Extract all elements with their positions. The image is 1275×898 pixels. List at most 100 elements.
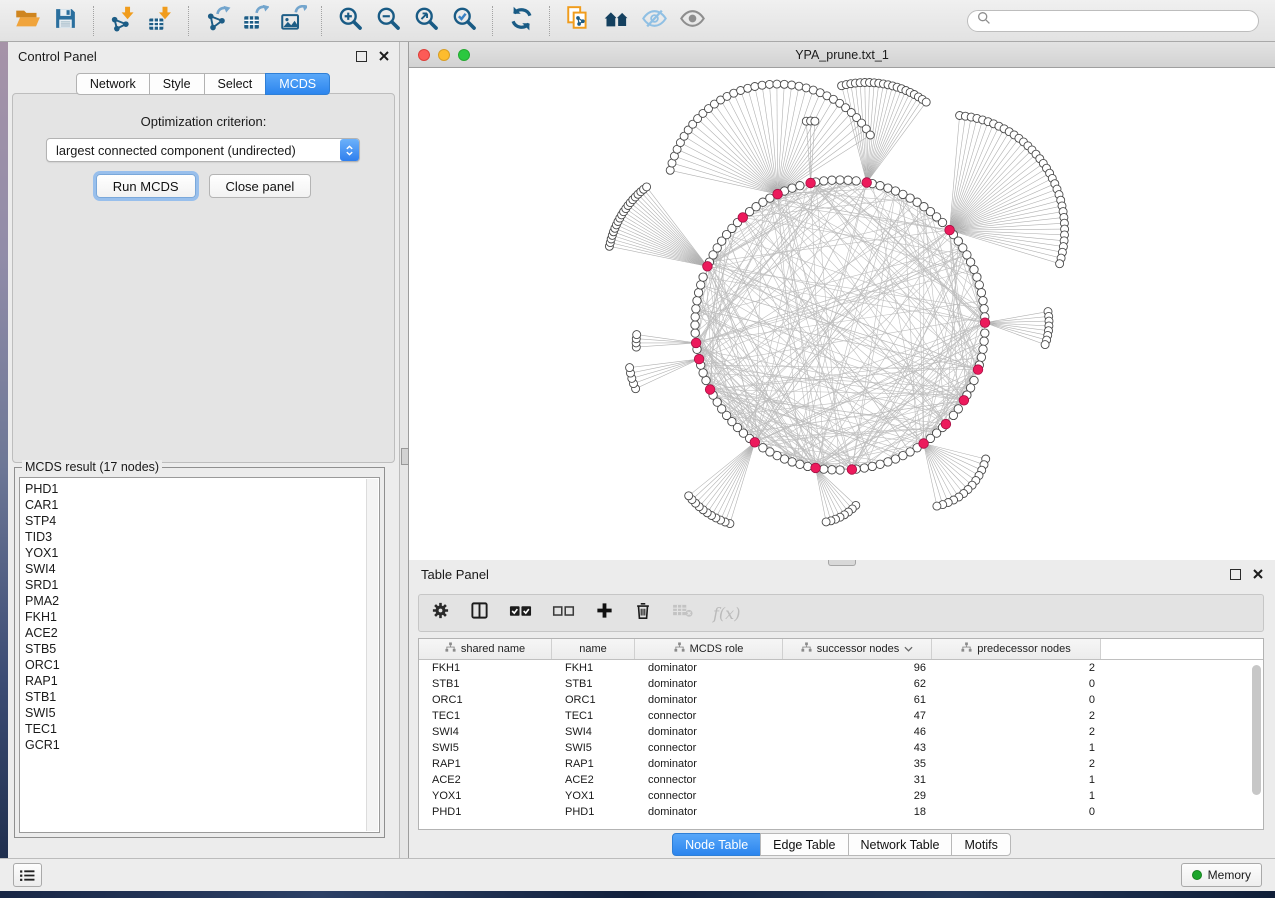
table-row[interactable]: RAP1RAP1dominator352 xyxy=(419,756,1263,772)
first-neighbors-button[interactable] xyxy=(597,4,635,38)
zoom-out-button[interactable] xyxy=(369,4,407,38)
export-network-button[interactable] xyxy=(198,4,236,38)
table-row[interactable]: TEC1TEC1connector472 xyxy=(419,708,1263,724)
mcds-result-item[interactable]: RAP1 xyxy=(25,673,379,689)
deselect-all-rows-button[interactable] xyxy=(552,604,575,623)
table-cell: SWI5 xyxy=(552,742,635,754)
float-panel-icon[interactable] xyxy=(356,51,367,62)
mcds-result-item[interactable]: GCR1 xyxy=(25,737,379,753)
import-table-button[interactable] xyxy=(141,4,179,38)
tab-edge-table[interactable]: Edge Table xyxy=(760,833,848,856)
table-scrollbar-thumb[interactable] xyxy=(1252,665,1261,795)
table-cell: FKH1 xyxy=(419,662,552,674)
tab-network[interactable]: Network xyxy=(76,73,150,95)
open-file-button[interactable] xyxy=(8,4,46,38)
table-row[interactable]: FKH1FKH1dominator962 xyxy=(419,660,1263,676)
mcds-list-scrollbar[interactable] xyxy=(366,479,378,831)
network-canvas[interactable] xyxy=(409,68,1275,560)
table-row[interactable]: YOX1YOX1connector291 xyxy=(419,788,1263,804)
mcds-result-item[interactable]: SRD1 xyxy=(25,577,379,593)
float-panel-icon[interactable] xyxy=(1230,569,1241,580)
mcds-result-item[interactable]: TEC1 xyxy=(25,721,379,737)
export-table-icon xyxy=(242,5,269,37)
mcds-result-item[interactable]: SWI5 xyxy=(25,705,379,721)
control-panel-tabs: NetworkStyleSelectMCDS xyxy=(8,73,399,95)
splitter-handle[interactable] xyxy=(401,448,409,465)
desktop-wallpaper-strip xyxy=(0,42,8,891)
zoom-selected-button[interactable] xyxy=(445,4,483,38)
zoom-fit-button[interactable] xyxy=(407,4,445,38)
close-panel-button[interactable]: Close panel xyxy=(209,174,312,198)
duplicate-network-button[interactable] xyxy=(559,4,597,38)
tab-mcds[interactable]: MCDS xyxy=(265,73,330,95)
table-row[interactable]: SWI5SWI5connector431 xyxy=(419,740,1263,756)
table-row[interactable]: PHD1PHD1dominator180 xyxy=(419,804,1263,820)
mcds-result-group: MCDS result (17 nodes) PHD1CAR1STP4TID3Y… xyxy=(14,467,385,838)
export-image-button[interactable] xyxy=(274,4,312,38)
plus-icon xyxy=(595,601,614,625)
columns-icon xyxy=(470,601,489,625)
mcds-result-list[interactable]: PHD1CAR1STP4TID3YOX1SWI4SRD1PMA2FKH1ACE2… xyxy=(19,477,380,833)
table-cell: YOX1 xyxy=(419,790,552,802)
mcds-result-item[interactable]: STB1 xyxy=(25,689,379,705)
refresh-view-button[interactable] xyxy=(502,4,540,38)
tab-motifs[interactable]: Motifs xyxy=(951,833,1010,856)
column-header-label: predecessor nodes xyxy=(977,643,1071,655)
column-header-successor-nodes[interactable]: successor nodes xyxy=(783,639,932,659)
mcds-result-item[interactable]: TID3 xyxy=(25,529,379,545)
tab-node-table[interactable]: Node Table xyxy=(672,833,761,856)
hide-selected-button[interactable] xyxy=(635,4,673,38)
toolbar-separator xyxy=(93,6,94,36)
column-header-mcds-role[interactable]: MCDS role xyxy=(635,639,783,659)
table-row[interactable]: STB1STB1dominator620 xyxy=(419,676,1263,692)
criterion-dropdown[interactable]: largest connected component (undirected) xyxy=(46,138,360,162)
column-header-name[interactable]: name xyxy=(552,639,635,659)
close-panel-icon[interactable] xyxy=(378,51,389,62)
task-history-button[interactable] xyxy=(13,863,42,887)
import-network-button[interactable] xyxy=(103,4,141,38)
table-cell: 2 xyxy=(932,710,1101,722)
mcds-result-item[interactable]: SWI4 xyxy=(25,561,379,577)
tab-network-table[interactable]: Network Table xyxy=(848,833,953,856)
search-input[interactable] xyxy=(996,13,1249,29)
table-cell: connector xyxy=(635,710,783,722)
toggle-column-view-button[interactable] xyxy=(470,601,489,625)
run-mcds-button[interactable]: Run MCDS xyxy=(96,174,196,198)
table-row[interactable]: ORC1ORC1dominator610 xyxy=(419,692,1263,708)
zoom-in-button[interactable] xyxy=(331,4,369,38)
sort-chevron-icon[interactable] xyxy=(904,643,913,655)
tab-style[interactable]: Style xyxy=(149,73,205,95)
mcds-result-item[interactable]: PHD1 xyxy=(25,481,379,497)
network-graph[interactable] xyxy=(409,68,1275,560)
mcds-result-item[interactable]: CAR1 xyxy=(25,497,379,513)
control-panel-title: Control Panel xyxy=(18,49,97,64)
mcds-result-item[interactable]: ACE2 xyxy=(25,625,379,641)
table-row[interactable]: SWI4SWI4dominator462 xyxy=(419,724,1263,740)
mcds-result-item[interactable]: STP4 xyxy=(25,513,379,529)
table-cell: dominator xyxy=(635,662,783,674)
memory-button[interactable]: Memory xyxy=(1181,863,1262,887)
folder-open-icon xyxy=(14,5,41,37)
export-table-button[interactable] xyxy=(236,4,274,38)
mcds-result-item[interactable]: STB5 xyxy=(25,641,379,657)
table-row[interactable]: ACE2ACE2connector311 xyxy=(419,772,1263,788)
close-panel-icon[interactable] xyxy=(1252,569,1263,580)
select-all-rows-button[interactable] xyxy=(509,604,532,623)
mcds-result-item[interactable]: YOX1 xyxy=(25,545,379,561)
column-header-shared-name[interactable]: shared name xyxy=(419,639,552,659)
table-cell: ACE2 xyxy=(419,774,552,786)
table-cell: STB1 xyxy=(552,678,635,690)
search-box[interactable] xyxy=(967,10,1259,32)
create-column-button[interactable] xyxy=(595,601,614,625)
vertical-splitter[interactable] xyxy=(399,42,409,858)
mcds-result-item[interactable]: ORC1 xyxy=(25,657,379,673)
mcds-result-item[interactable]: PMA2 xyxy=(25,593,379,609)
column-header-predecessor-nodes[interactable]: predecessor nodes xyxy=(932,639,1101,659)
save-session-button[interactable] xyxy=(46,4,84,38)
show-all-button[interactable] xyxy=(673,4,711,38)
delete-column-button[interactable] xyxy=(634,602,652,625)
tab-select[interactable]: Select xyxy=(204,73,267,95)
table-settings-button[interactable] xyxy=(431,601,450,625)
mcds-result-item[interactable]: FKH1 xyxy=(25,609,379,625)
horizontal-splitter-handle[interactable] xyxy=(828,560,856,566)
